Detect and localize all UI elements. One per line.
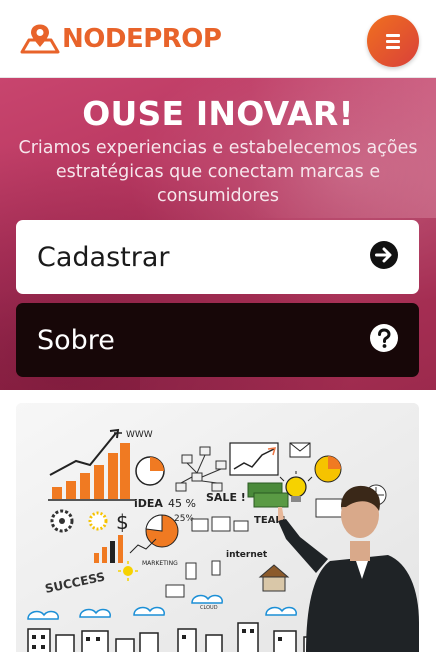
marketing-text: MARKETING: [142, 560, 178, 567]
business-doodle-illustration: WWW iDEA 45 % SALE ! 25% $ TEAM internet…: [16, 403, 419, 652]
hero-section: OUSE INOVAR! Criamos experiencias e esta…: [0, 78, 436, 390]
dollar-sign-doodle: $: [116, 510, 129, 534]
arrow-right-circle-icon: [370, 241, 398, 269]
www-text: WWW: [126, 430, 153, 440]
percent45-text: 45 %: [168, 497, 196, 510]
pie-chart-doodle: [135, 456, 165, 486]
hero-title: OUSE INOVAR!: [82, 94, 354, 133]
top-header: NODEPROP: [0, 0, 436, 78]
line-chart-doodle: [229, 442, 279, 476]
large-pie-chart-doodle: [145, 514, 179, 548]
hamburger-menu-icon: [386, 34, 400, 37]
right-pie-chart-doodle: [314, 455, 342, 483]
map-pin-logo-icon: [20, 24, 60, 54]
nodeprop-logo[interactable]: NODEPROP: [20, 22, 222, 56]
percent25-text: 25%: [174, 514, 194, 524]
register-button-label: Cadastrar: [37, 242, 170, 273]
logo-text: NODEPROP: [62, 24, 222, 54]
about-button[interactable]: Sobre: [16, 303, 419, 377]
question-circle-icon: [370, 324, 398, 352]
internet-text: internet: [226, 550, 268, 560]
about-button-label: Sobre: [37, 325, 115, 356]
menu-button[interactable]: [367, 15, 419, 67]
sale-text: SALE !: [206, 491, 246, 504]
hamburger-menu-icon-line: [386, 40, 400, 43]
email-doodle: [289, 442, 311, 458]
hamburger-menu-icon-line: [386, 46, 400, 49]
business-strategy-image: WWW iDEA 45 % SALE ! 25% $ TEAM internet…: [16, 403, 419, 652]
hero-subtitle: Criamos experiencias e estabelecemos açõ…: [18, 138, 418, 206]
cloud-text: CLOUD: [200, 605, 218, 611]
register-button[interactable]: Cadastrar: [16, 220, 419, 294]
money-stack-doodle: [247, 482, 289, 508]
idea-text: iDEA: [134, 497, 163, 510]
